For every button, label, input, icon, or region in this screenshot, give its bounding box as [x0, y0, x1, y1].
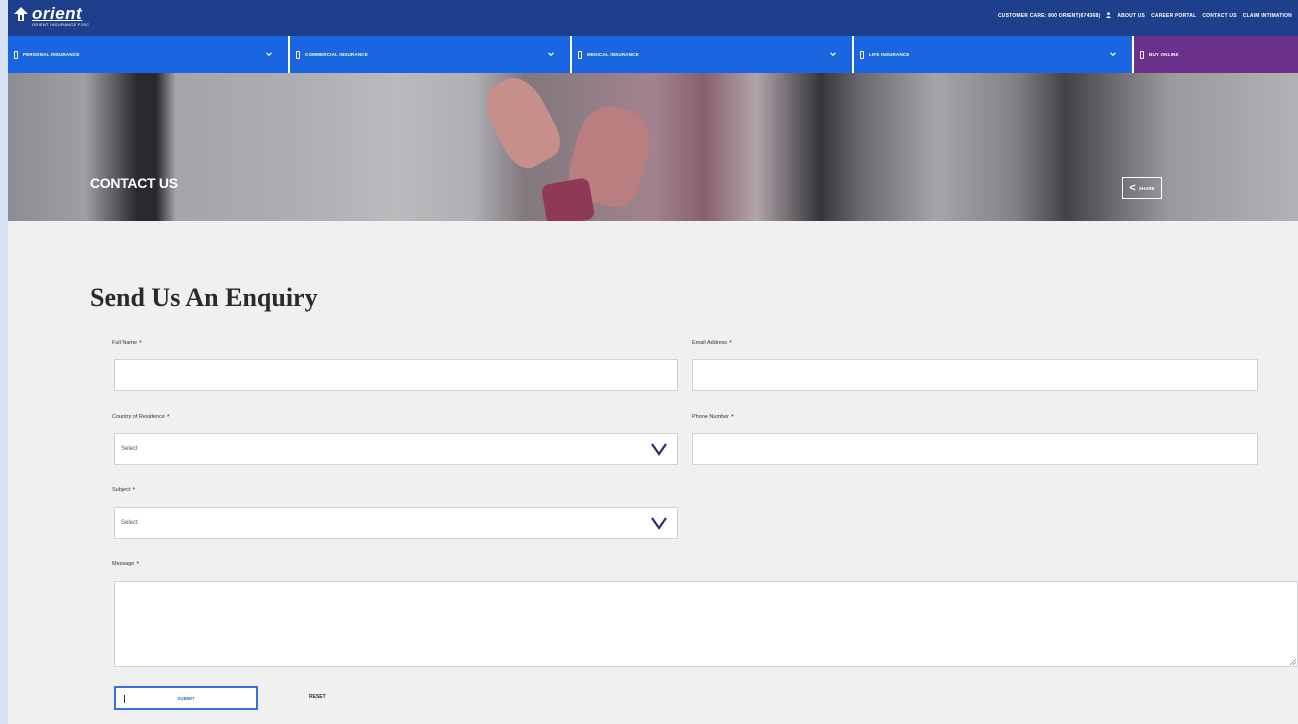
- phone-field[interactable]: [692, 433, 1258, 465]
- nav-medical-insurance[interactable]: MEDICAL INSURANCE: [572, 36, 854, 73]
- label-text: Message: [112, 561, 135, 567]
- reset-button[interactable]: RESET: [309, 694, 326, 700]
- logo-mark-icon: [14, 7, 28, 21]
- required-mark: *: [139, 340, 142, 347]
- subject-label: Subject *: [112, 487, 135, 494]
- chevron-down-icon: [548, 52, 554, 57]
- customer-care-link[interactable]: CUSTOMER CARE: 800 ORIENT(674368): [998, 13, 1100, 19]
- career-portal-link[interactable]: CAREER PORTAL: [1151, 13, 1196, 19]
- about-us-link[interactable]: ABOUT US: [1117, 13, 1145, 19]
- share-icon: <: [1129, 181, 1136, 194]
- contact-us-link[interactable]: CONTACT US: [1202, 13, 1236, 19]
- page: orient ORIENT INSURANCE PJSC CUSTOMER CA…: [8, 0, 1298, 724]
- country-select-value: Select: [121, 446, 138, 452]
- page-title: CONTACT US: [90, 175, 178, 191]
- chevron-down-icon: [651, 443, 667, 456]
- label-text: Phone Number: [692, 414, 729, 420]
- medical-insurance-icon: [578, 50, 582, 59]
- full-name-field[interactable]: [114, 359, 678, 391]
- resize-grip-icon[interactable]: [1289, 658, 1297, 666]
- share-label: SHARE: [1138, 185, 1155, 191]
- label-text: Full Name: [112, 340, 138, 346]
- hero-banner: CONTACT US < SHARE: [8, 73, 1298, 221]
- required-mark: *: [132, 487, 136, 494]
- required-mark: *: [136, 561, 140, 568]
- commercial-insurance-icon: [296, 50, 300, 59]
- top-bar: orient ORIENT INSURANCE PJSC CUSTOMER CA…: [8, 0, 1298, 36]
- logo-subtext: ORIENT INSURANCE PJSC: [32, 22, 90, 27]
- life-insurance-icon: [860, 50, 864, 59]
- country-label: Country of Residence *: [112, 414, 170, 421]
- subject-select-value: Select: [121, 520, 138, 526]
- label-text: Email Address: [692, 340, 728, 346]
- buy-online-label: BUY ONLINE: [1149, 52, 1179, 57]
- hero-sleeve-image: [540, 177, 596, 221]
- share-button[interactable]: < SHARE: [1122, 177, 1162, 199]
- personal-insurance-icon: [14, 50, 18, 59]
- required-mark: *: [729, 340, 732, 347]
- user-icon[interactable]: [1106, 12, 1112, 20]
- nav-label: PERSONAL INSURANCE: [23, 52, 80, 57]
- subject-select[interactable]: Select: [114, 507, 678, 539]
- cart-icon: [1140, 50, 1144, 59]
- submit-button[interactable]: SUBMIT: [114, 686, 258, 710]
- logo[interactable]: orient: [14, 4, 82, 24]
- form-title: Send Us An Enquiry: [90, 283, 318, 312]
- label-text: Country of Residence: [112, 414, 165, 420]
- nav-life-insurance[interactable]: LIFE INSURANCE: [854, 36, 1134, 73]
- nav-commercial-insurance[interactable]: COMMERCIAL INSURANCE: [290, 36, 572, 73]
- label-text: Subject: [112, 487, 131, 493]
- nav-label: LIFE INSURANCE: [869, 52, 910, 57]
- message-textarea[interactable]: [114, 581, 1298, 667]
- main-nav: PERSONAL INSURANCE COMMERCIAL INSURANCE …: [8, 36, 1298, 73]
- claim-intimation-link[interactable]: CLAIM INTIMATION: [1243, 13, 1292, 19]
- full-name-label: Full Name *: [112, 340, 142, 347]
- submit-label: SUBMIT: [177, 695, 195, 701]
- chevron-down-icon: [1110, 52, 1116, 57]
- email-label: Email Address *: [692, 340, 732, 347]
- nav-buy-online[interactable]: BUY ONLINE: [1134, 36, 1298, 73]
- required-mark: *: [731, 414, 734, 421]
- message-label: Message *: [112, 561, 139, 568]
- nav-label: COMMERCIAL INSURANCE: [305, 52, 368, 57]
- chevron-down-icon: [651, 517, 667, 530]
- top-links: CUSTOMER CARE: 800 ORIENT(674368) ABOUT …: [998, 12, 1292, 20]
- hero-overlay: [8, 73, 1298, 221]
- phone-label: Phone Number *: [692, 414, 734, 421]
- text-cursor: [124, 695, 125, 703]
- nav-label: MEDICAL INSURANCE: [587, 52, 639, 57]
- chevron-down-icon: [266, 52, 272, 57]
- chevron-down-icon: [830, 52, 836, 57]
- country-select[interactable]: Select: [114, 433, 678, 465]
- required-mark: *: [166, 414, 170, 421]
- logo-text: orient: [32, 4, 83, 23]
- nav-personal-insurance[interactable]: PERSONAL INSURANCE: [8, 36, 290, 73]
- email-field[interactable]: [692, 359, 1258, 391]
